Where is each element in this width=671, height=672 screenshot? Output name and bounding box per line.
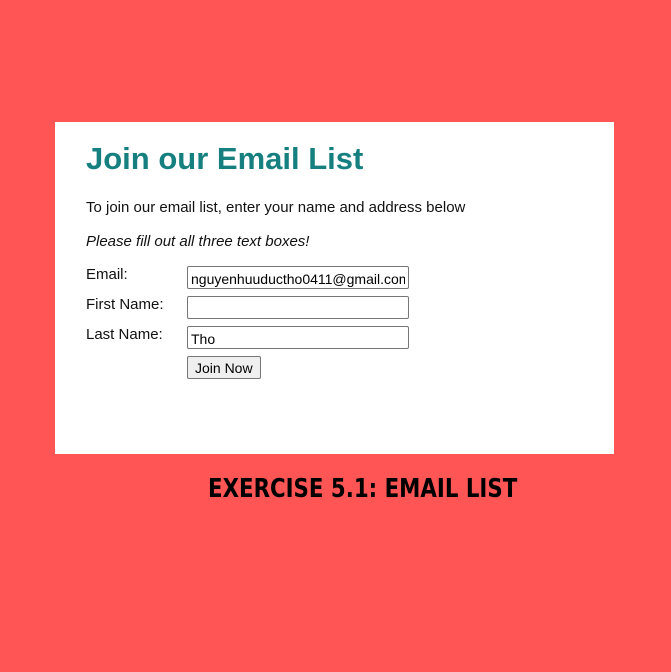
email-label: Email:	[86, 266, 128, 283]
join-now-button[interactable]: Join Now	[187, 356, 261, 379]
instruction-note: Please fill out all three text boxes!	[86, 233, 310, 250]
last-name-label: Last Name:	[86, 326, 163, 343]
last-name-field[interactable]	[187, 326, 409, 349]
last-name-row: Last Name:	[86, 326, 486, 349]
page-title: Join our Email List	[86, 141, 364, 176]
exercise-caption: EXERCISE 5.1: EMAIL LIST	[208, 474, 518, 504]
first-name-label: First Name:	[86, 296, 164, 313]
first-name-row: First Name:	[86, 296, 486, 319]
intro-text: To join our email list, enter your name …	[86, 199, 466, 216]
email-list-card: Join our Email List To join our email li…	[55, 122, 614, 454]
email-row: Email:	[86, 266, 486, 289]
email-field[interactable]	[187, 266, 409, 289]
first-name-field[interactable]	[187, 296, 409, 319]
